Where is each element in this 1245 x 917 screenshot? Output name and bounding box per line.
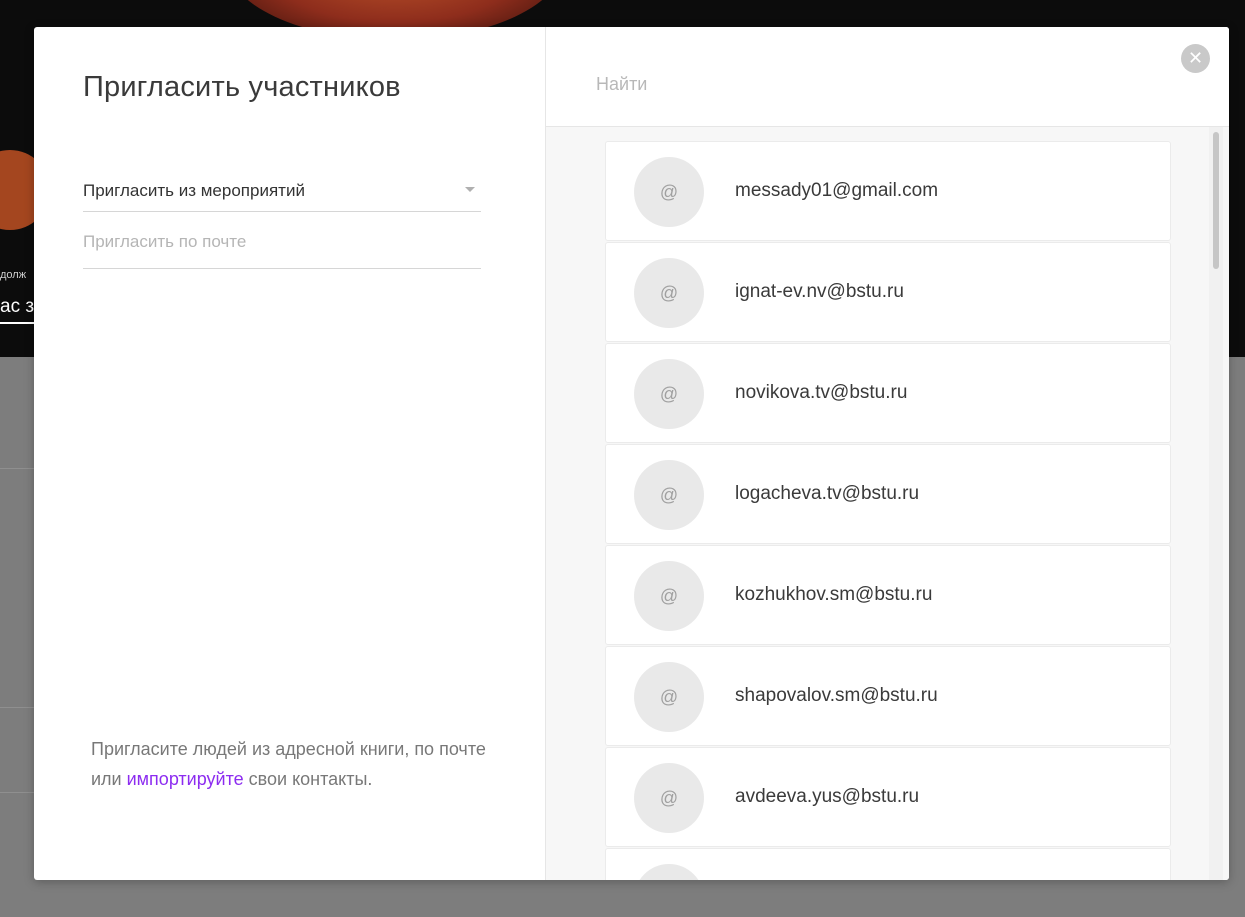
avatar: @ bbox=[634, 662, 704, 732]
contact-email: ignat-ev.nv@bstu.ru bbox=[735, 281, 904, 302]
chevron-down-icon bbox=[465, 187, 475, 192]
contact-item[interactable]: @ ignat-ev.nv@bstu.ru bbox=[605, 242, 1171, 342]
avatar: @ bbox=[634, 763, 704, 833]
contacts-panel: @ messady01@gmail.com @ ignat-ev.nv@bstu… bbox=[545, 27, 1229, 880]
invite-options-panel: Пригласить участников Пригласить из меро… bbox=[34, 27, 545, 880]
hero-big-text: ас з bbox=[0, 296, 34, 317]
background-divider bbox=[0, 707, 34, 708]
contact-item[interactable]: @ messady01@gmail.com bbox=[605, 141, 1171, 241]
close-button[interactable]: ✕ bbox=[1181, 44, 1210, 73]
contacts-list: @ messady01@gmail.com @ ignat-ev.nv@bstu… bbox=[605, 141, 1171, 880]
import-contacts-link[interactable]: импортируйте bbox=[127, 769, 244, 789]
invite-hint: Пригласите людей из адресной книги, по п… bbox=[91, 734, 491, 794]
contacts-scrollbar[interactable] bbox=[1209, 127, 1223, 880]
contact-item[interactable]: @ avdeeva.yus@bstu.ru bbox=[605, 747, 1171, 847]
contact-email: logacheva.tv@bstu.ru bbox=[735, 483, 920, 504]
invite-modal: Пригласить участников Пригласить из меро… bbox=[34, 27, 1229, 880]
scrollbar-thumb[interactable] bbox=[1213, 132, 1219, 269]
invite-from-events-value: Пригласить из мероприятий bbox=[83, 181, 305, 200]
avatar: @ bbox=[634, 864, 704, 880]
invite-by-email-input[interactable] bbox=[83, 227, 481, 269]
contact-item[interactable]: @ shapovalov.sm@bstu.ru bbox=[605, 646, 1171, 746]
contact-item[interactable]: @ novikova.tv@bstu.ru bbox=[605, 343, 1171, 443]
modal-title: Пригласить участников bbox=[83, 71, 401, 103]
contact-email: kozhukhov.sm@bstu.ru bbox=[735, 584, 933, 605]
contact-email: avdeeva.yus@bstu.ru bbox=[735, 786, 920, 807]
avatar: @ bbox=[634, 561, 704, 631]
avatar: @ bbox=[634, 359, 704, 429]
avatar: @ bbox=[634, 157, 704, 227]
avatar: @ bbox=[634, 258, 704, 328]
contact-item[interactable]: @ logacheva.tv@bstu.ru bbox=[605, 444, 1171, 544]
contact-email: shapovalov.sm@bstu.ru bbox=[735, 685, 938, 706]
search-bar bbox=[546, 27, 1229, 127]
background-divider bbox=[0, 792, 34, 793]
hint-text-after: свои контакты. bbox=[243, 769, 373, 789]
hero-small-text: долж bbox=[0, 269, 27, 281]
close-icon: ✕ bbox=[1187, 48, 1204, 68]
invite-from-events-select[interactable]: Пригласить из мероприятий bbox=[83, 167, 481, 212]
search-input[interactable] bbox=[596, 69, 1096, 99]
avatar: @ bbox=[634, 460, 704, 530]
contact-email: novikova.tv@bstu.ru bbox=[735, 382, 908, 403]
contact-email: messady01@gmail.com bbox=[735, 180, 939, 201]
hero-underline bbox=[0, 322, 34, 324]
contact-item[interactable]: @ kozhukhov.sm@bstu.ru bbox=[605, 545, 1171, 645]
background-divider bbox=[0, 468, 34, 469]
contact-item[interactable]: @ bbox=[605, 848, 1171, 880]
